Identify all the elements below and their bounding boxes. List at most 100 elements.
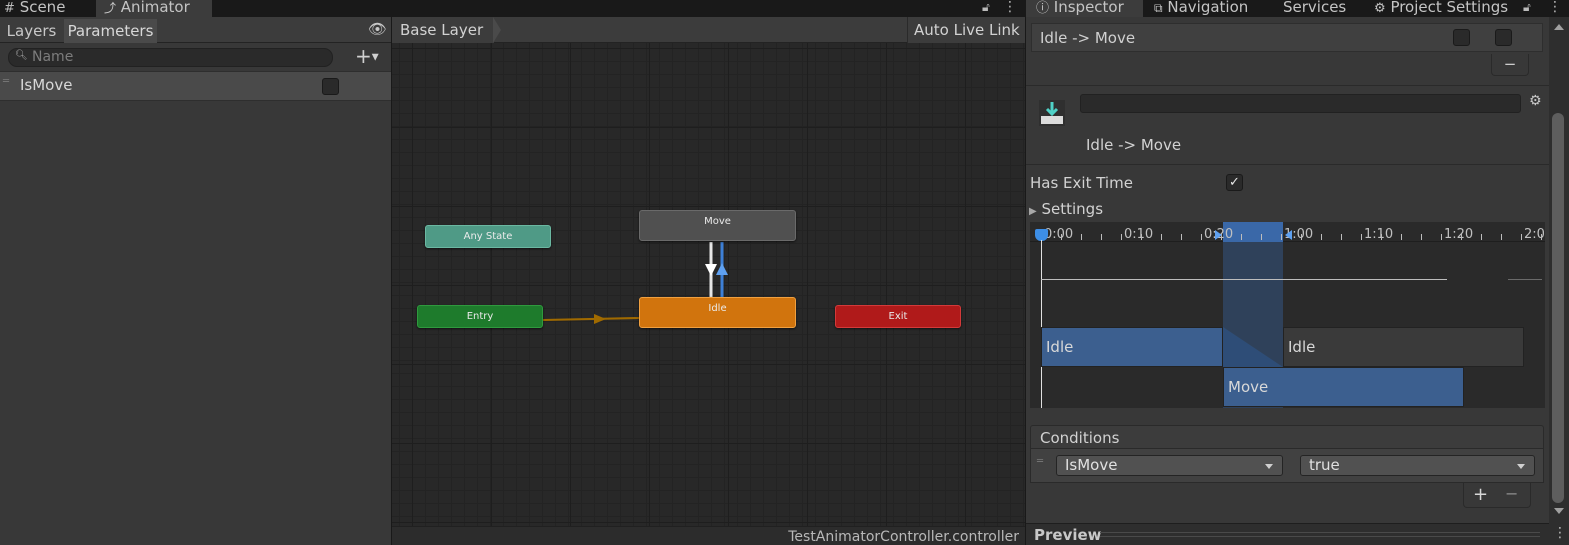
foldout-arrow-icon: ▶	[1029, 206, 1037, 217]
preview-drag-lines	[1100, 532, 1540, 537]
section-divider-1	[1026, 85, 1549, 86]
clip-idle-right-label: Idle	[1288, 338, 1316, 356]
breadcrumb[interactable]: Base Layer	[392, 17, 501, 43]
tab-project-settings[interactable]: ⚙ Project Settings	[1374, 0, 1514, 17]
search-input[interactable]: 🔍︎ Name	[8, 48, 333, 67]
preview-bar[interactable]: Preview	[1026, 523, 1549, 545]
tab-services-label: Services	[1283, 0, 1347, 16]
curve-line	[1041, 279, 1447, 280]
parameters-panel: Layers Parameters 👁︎ 🔍︎ Name +▼ ═ IsMove	[0, 17, 391, 545]
info-icon: ⓘ	[1036, 1, 1050, 16]
auto-live-link-button[interactable]: Auto Live Link	[907, 17, 1025, 43]
animator-icon: ⤴	[104, 1, 117, 15]
right-tab-bar: ⓘ Inspector ⧉ Navigation Services ⚙ Proj…	[1026, 0, 1569, 17]
remove-condition-button[interactable]: −	[1505, 484, 1518, 503]
clip-idle-left-label: Idle	[1046, 338, 1074, 356]
node-any-state[interactable]: Any State	[425, 225, 551, 248]
tab-inspector[interactable]: ⓘ Inspector	[1026, 0, 1143, 17]
section-divider-2	[1026, 164, 1549, 165]
chevron-down-icon	[1517, 464, 1525, 469]
condition-add-remove: + −	[1463, 483, 1531, 508]
clip-idle-left[interactable]: Idle	[1041, 327, 1223, 367]
playhead-line	[1041, 240, 1042, 408]
transition-timeline[interactable]: 0:00 0:10 0:20 1:00 1:10 1:20 2:0 Idle I…	[1030, 222, 1545, 408]
inspector-panel: Idle -> Move − ⚙ Idle -> Move Has Exit T…	[1026, 17, 1549, 545]
breadcrumb-arrow	[493, 17, 501, 43]
transition-list-item[interactable]: Idle -> Move	[1031, 23, 1543, 52]
node-idle[interactable]: Idle	[639, 297, 796, 328]
remove-transition-button[interactable]: −	[1491, 54, 1529, 76]
inspector-lock-icon[interactable]: 🔓︎	[1523, 0, 1531, 15]
conditions-list: ═ IsMove true	[1030, 449, 1544, 483]
node-exit[interactable]: Exit	[835, 305, 961, 328]
graph-footer: TestAnimatorController.controller	[392, 526, 1025, 545]
lock-icon[interactable]: 🔓︎	[982, 0, 990, 15]
chevron-down-icon	[1265, 464, 1273, 469]
parameter-bool-checkbox[interactable]	[322, 78, 339, 95]
auto-live-link-label: Auto Live Link	[914, 21, 1020, 39]
tab-animator[interactable]: ⤴ Animator	[96, 0, 212, 17]
settings-label: Settings	[1041, 200, 1104, 218]
condition-drag-handle-icon[interactable]: ═	[1037, 456, 1043, 467]
condition-value-dropdown[interactable]: true	[1300, 455, 1535, 476]
search-placeholder: Name	[32, 49, 74, 65]
scroll-up-arrow-icon[interactable]	[1554, 24, 1564, 30]
chevron-down-icon: ▼	[371, 52, 379, 63]
conditions-label: Conditions	[1040, 429, 1120, 447]
tab-layers[interactable]: Layers	[0, 19, 63, 43]
transition-end-handle-icon[interactable]	[1285, 230, 1292, 240]
preview-more-icon[interactable]: ⋮	[1553, 525, 1567, 541]
condition-value: true	[1309, 456, 1340, 474]
scroll-down-arrow-icon[interactable]	[1554, 508, 1564, 514]
node-move[interactable]: Move	[639, 210, 796, 241]
curve-line-faded	[1508, 279, 1542, 280]
node-entry[interactable]: Entry	[417, 305, 543, 328]
clip-move[interactable]: Move	[1223, 367, 1464, 407]
controller-filename: TestAnimatorController.controller	[788, 529, 1019, 545]
inspector-scrollbar[interactable]: ⋮	[1549, 17, 1569, 545]
tab-inspector-label: Inspector	[1053, 0, 1124, 16]
has-exit-time-label: Has Exit Time	[1030, 174, 1133, 192]
eye-icon[interactable]: 👁︎	[368, 20, 387, 38]
settings-gear-icon[interactable]: ⚙	[1529, 93, 1542, 109]
has-exit-time-checkbox[interactable]: ✓	[1226, 174, 1243, 191]
tab-navigation-label: Navigation	[1167, 0, 1249, 16]
preview-label: Preview	[1034, 526, 1102, 544]
add-parameter-button[interactable]: +▼	[355, 46, 379, 68]
tab-services[interactable]: Services	[1283, 0, 1363, 17]
inspector-more-icon[interactable]: ⋮	[1548, 0, 1562, 15]
transition-title: Idle -> Move	[1086, 136, 1182, 154]
scrollbar-thumb[interactable]	[1552, 113, 1564, 503]
transition-icon	[1037, 98, 1067, 128]
gear-icon: ⚙	[1374, 1, 1386, 16]
state-machine-graph[interactable]: Any State Entry Move Idle Exit	[392, 43, 1025, 526]
search-icon: 🔍︎	[15, 50, 28, 61]
left-tab-bar: # Scene ⤴ Animator 🔓︎ ⋮	[0, 0, 1025, 17]
clip-move-label: Move	[1228, 378, 1269, 396]
transition-solo-checkbox[interactable]	[1453, 29, 1470, 46]
condition-parameter-dropdown[interactable]: IsMove	[1056, 455, 1283, 476]
transition-start-handle-icon[interactable]	[1215, 230, 1222, 240]
add-condition-button[interactable]: +	[1473, 484, 1488, 505]
tab-navigation[interactable]: ⧉ Navigation	[1154, 0, 1278, 17]
settings-foldout[interactable]: ▶ Settings	[1029, 200, 1103, 218]
tab-project-settings-label: Project Settings	[1390, 0, 1509, 16]
parameter-row[interactable]: ═ IsMove	[0, 71, 391, 101]
transitions-layer	[542, 242, 728, 324]
transition-mute-checkbox[interactable]	[1495, 29, 1512, 46]
breadcrumb-label: Base Layer	[400, 21, 484, 39]
tab-scene-label: Scene	[19, 0, 66, 16]
panel-toolbar: Layers Parameters 👁︎	[0, 17, 391, 43]
clip-idle-right[interactable]: Idle	[1283, 327, 1524, 367]
conditions-header: Conditions	[1030, 425, 1544, 449]
grid-icon: #	[4, 1, 15, 16]
parameter-name: IsMove	[20, 76, 73, 94]
tab-parameters[interactable]: Parameters	[64, 19, 157, 43]
transition-list-label: Idle -> Move	[1040, 29, 1136, 47]
more-menu-icon[interactable]: ⋮	[1003, 0, 1017, 15]
transition-name-field[interactable]	[1080, 94, 1521, 113]
tab-scene[interactable]: # Scene	[4, 0, 90, 17]
navigation-icon: ⧉	[1154, 1, 1163, 15]
drag-handle-icon[interactable]: ═	[3, 76, 9, 87]
breadcrumb-bar: Base Layer Auto Live Link	[392, 17, 1025, 43]
